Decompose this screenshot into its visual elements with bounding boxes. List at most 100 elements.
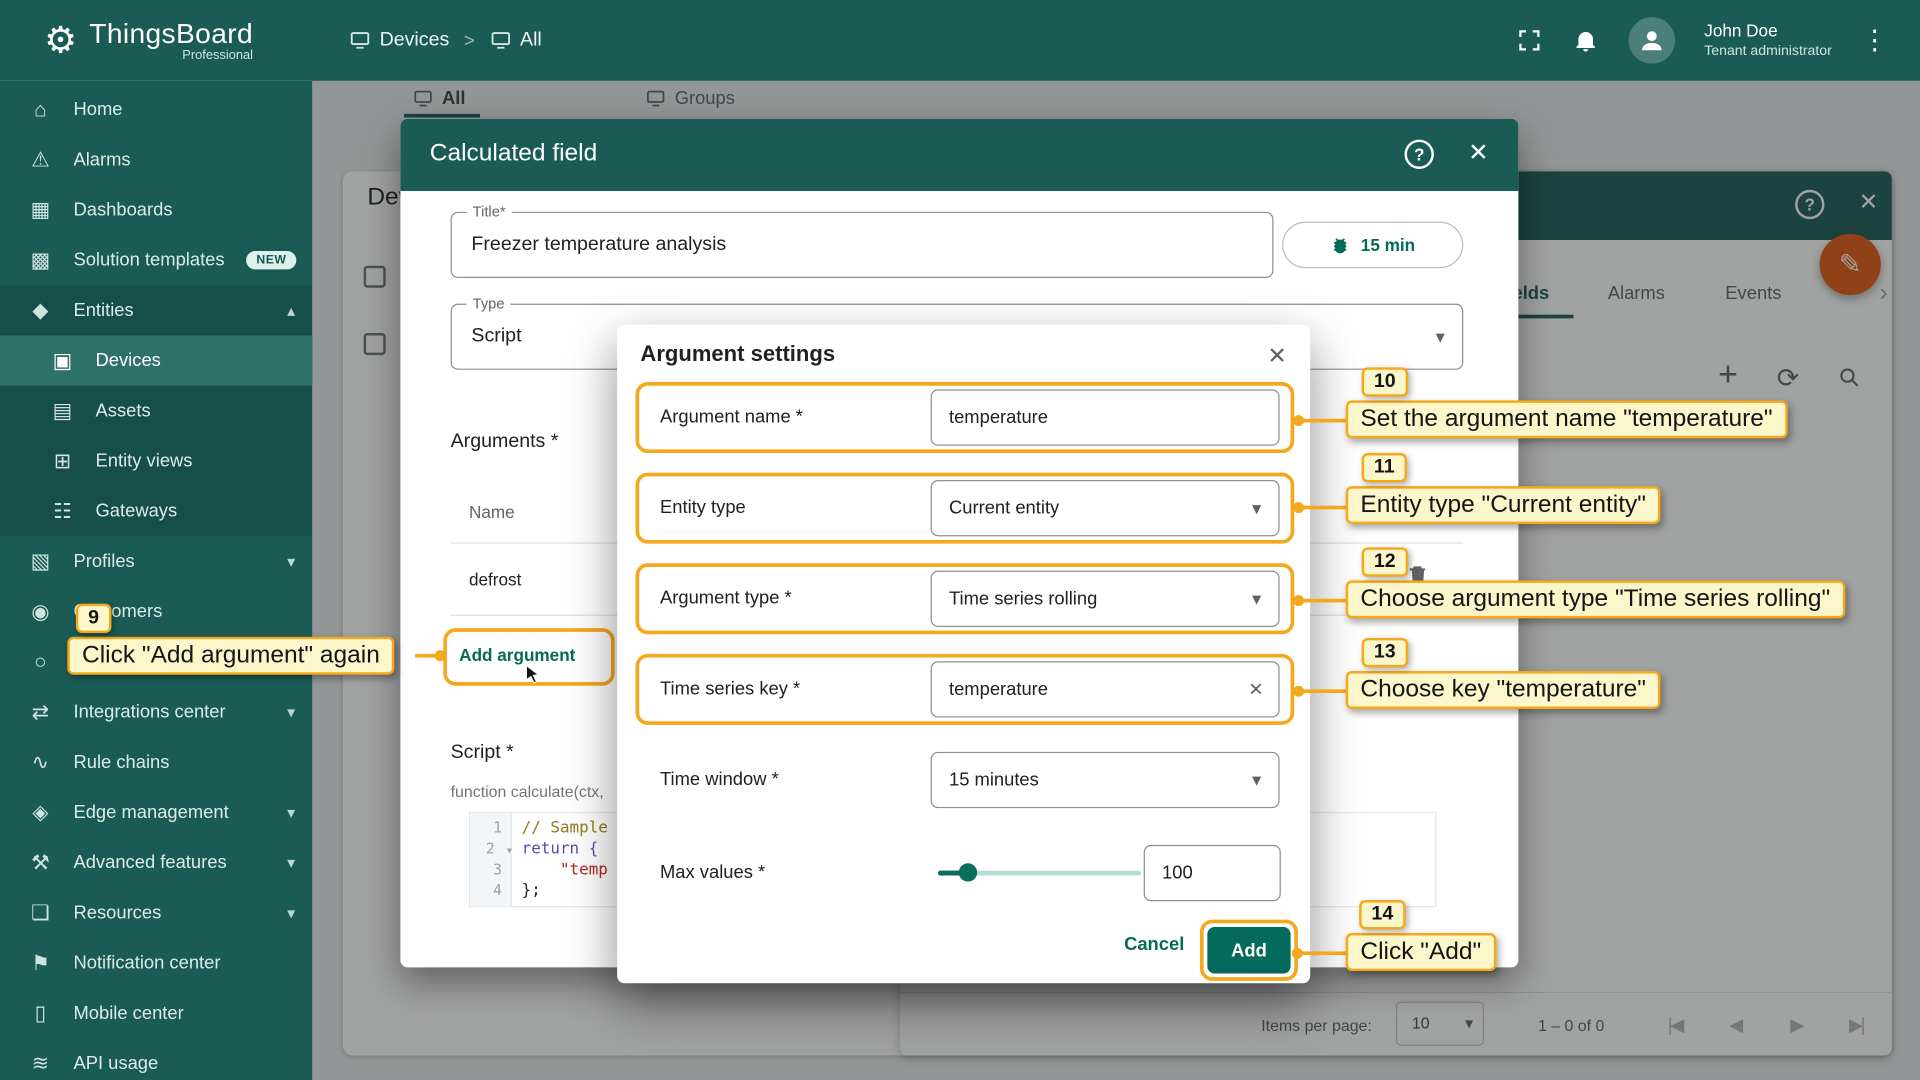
app-viewport: ⚙ ThingsBoard Professional Devices > All bbox=[0, 0, 1920, 1080]
caret-down-icon: ▾ bbox=[1436, 326, 1445, 348]
gateways-icon: ☷ bbox=[49, 499, 76, 523]
debug-chip-label: 15 min bbox=[1361, 235, 1415, 255]
breadcrumb-separator: > bbox=[464, 30, 475, 51]
sidebar-item-gateways[interactable]: ☷Gateways bbox=[0, 486, 312, 536]
annotation-14-badge: 14 bbox=[1359, 900, 1405, 929]
entity-views-icon: ⊞ bbox=[49, 449, 76, 473]
debug-settings-chip[interactable]: 15 min bbox=[1282, 222, 1463, 269]
sidebar-item-advanced-features[interactable]: ⚒Advanced features▾ bbox=[0, 838, 312, 888]
annotation-connector-dot bbox=[1293, 502, 1304, 513]
cancel-button[interactable]: Cancel bbox=[1124, 934, 1184, 955]
entity-type-select[interactable]: Current entity ▾ bbox=[931, 480, 1280, 536]
code-line: return { bbox=[522, 840, 599, 858]
argument-settings-dialog: Argument settings ✕ Argument name * temp… bbox=[617, 324, 1310, 983]
argument-dialog-title: Argument settings bbox=[640, 342, 835, 368]
script-section-label: Script * bbox=[451, 742, 514, 764]
top-header: ⚙ ThingsBoard Professional Devices > All bbox=[0, 0, 1920, 81]
breadcrumb-devices-label: Devices bbox=[380, 29, 450, 51]
close-icon[interactable]: ✕ bbox=[1468, 137, 1489, 168]
time-window-select[interactable]: 15 minutes ▾ bbox=[931, 752, 1280, 808]
sidebar-item-home[interactable]: ⌂Home bbox=[0, 84, 312, 134]
avatar[interactable] bbox=[1628, 17, 1675, 64]
title-field[interactable]: Title* Freezer temperature analysis bbox=[451, 212, 1274, 278]
app-logo[interactable]: ⚙ ThingsBoard Professional bbox=[44, 19, 271, 62]
add-argument-button[interactable]: Add argument bbox=[459, 645, 575, 665]
caret-down-icon: ▾ bbox=[1252, 588, 1261, 610]
fullscreen-icon[interactable] bbox=[1516, 27, 1543, 54]
add-button[interactable]: Add bbox=[1207, 927, 1290, 974]
fold-caret-icon[interactable]: ▾ bbox=[507, 845, 512, 856]
breadcrumb-all[interactable]: All bbox=[489, 29, 541, 51]
mouse-cursor-icon bbox=[519, 662, 543, 693]
code-line: }; bbox=[522, 882, 541, 900]
caret-down-icon: ▾ bbox=[1252, 497, 1261, 519]
sidebar-item-entity-views[interactable]: ⊞Entity views bbox=[0, 436, 312, 486]
annotation-13-label: Choose key "temperature" bbox=[1346, 671, 1661, 709]
sidebar-item-resources[interactable]: ❏Resources▾ bbox=[0, 888, 312, 938]
chevron-down-icon: ▾ bbox=[287, 702, 295, 722]
argument-type-select[interactable]: Time series rolling ▾ bbox=[931, 571, 1280, 627]
annotation-connector-dot bbox=[435, 650, 446, 661]
title-field-value: Freezer temperature analysis bbox=[471, 234, 726, 256]
breadcrumb: Devices > All bbox=[349, 29, 542, 51]
user-name: John Doe bbox=[1704, 21, 1832, 42]
notifications-bell-icon[interactable] bbox=[1572, 27, 1599, 54]
max-values-label: Max values * bbox=[660, 862, 765, 883]
person-icon bbox=[1637, 26, 1666, 55]
sidebar-item-dashboards[interactable]: ▦Dashboards bbox=[0, 185, 312, 235]
sidebar-item-customers[interactable]: ◉Customers bbox=[0, 587, 312, 637]
annotation-9-label: Click "Add argument" again bbox=[67, 637, 394, 675]
sidebar: ⌂Home ⚠Alarms ▦Dashboards ▩Solution temp… bbox=[0, 81, 312, 1080]
advanced-features-icon: ⚒ bbox=[27, 850, 54, 874]
argument-row-defrost[interactable]: defrost bbox=[469, 569, 521, 589]
sidebar-item-integrations-center[interactable]: ⇄Integrations center▾ bbox=[0, 687, 312, 737]
sidebar-item-profiles[interactable]: ▧Profiles▾ bbox=[0, 536, 312, 586]
annotation-12-badge: 12 bbox=[1362, 547, 1408, 576]
type-select-value: Script bbox=[471, 326, 521, 348]
rule-chains-icon: ∿ bbox=[27, 750, 54, 774]
assets-icon: ▤ bbox=[49, 399, 76, 423]
title-field-label: Title* bbox=[467, 203, 512, 220]
sidebar-item-alarms[interactable]: ⚠Alarms bbox=[0, 135, 312, 185]
sidebar-item-mobile-center[interactable]: ▯Mobile center bbox=[0, 988, 312, 1038]
logo-gear-icon: ⚙ bbox=[44, 19, 77, 62]
chevron-down-icon: ▾ bbox=[287, 552, 295, 572]
sidebar-item-assets[interactable]: ▤Assets bbox=[0, 386, 312, 436]
sidebar-item-entities[interactable]: ◆Entities▴ bbox=[0, 285, 312, 335]
slider-handle[interactable] bbox=[959, 863, 977, 881]
sidebar-item-solution-templates[interactable]: ▩Solution templatesNEW bbox=[0, 235, 312, 285]
argument-type-label: Argument type * bbox=[660, 588, 792, 609]
sidebar-item-notification-center[interactable]: ⚑Notification center bbox=[0, 938, 312, 988]
breadcrumb-all-label: All bbox=[520, 29, 542, 51]
annotation-connector-dot bbox=[1293, 686, 1304, 697]
annotation-connector bbox=[1299, 599, 1346, 603]
sidebar-item-edge-management[interactable]: ◈Edge management▾ bbox=[0, 787, 312, 837]
sidebar-item-api-usage[interactable]: ≋API usage bbox=[0, 1038, 312, 1080]
annotation-connector-dot bbox=[1293, 415, 1304, 426]
solution-templates-icon: ▩ bbox=[27, 248, 54, 272]
chevron-down-icon: ▾ bbox=[287, 803, 295, 823]
dashboards-icon: ▦ bbox=[27, 198, 54, 222]
breadcrumb-devices[interactable]: Devices bbox=[349, 29, 449, 51]
home-icon: ⌂ bbox=[27, 97, 54, 121]
close-icon[interactable]: ✕ bbox=[1267, 343, 1286, 371]
alarms-icon: ⚠ bbox=[27, 148, 54, 172]
time-series-key-input[interactable]: temperature ✕ bbox=[931, 661, 1280, 717]
caret-down-icon: ▾ bbox=[1252, 769, 1261, 791]
max-values-input[interactable]: 100 bbox=[1144, 845, 1281, 901]
sidebar-item-devices[interactable]: ▣Devices bbox=[0, 336, 312, 386]
argument-name-input[interactable]: temperature bbox=[931, 389, 1280, 445]
annotation-connector bbox=[1299, 419, 1346, 423]
kebab-menu-icon[interactable]: ⋮ bbox=[1861, 24, 1888, 56]
entities-icon: ◆ bbox=[27, 298, 54, 322]
clear-icon[interactable]: ✕ bbox=[1248, 678, 1263, 700]
sidebar-item-rule-chains[interactable]: ∿Rule chains bbox=[0, 737, 312, 787]
arguments-section-label: Arguments * bbox=[451, 431, 559, 453]
annotation-12-label: Choose argument type "Time series rollin… bbox=[1346, 580, 1845, 618]
help-icon[interactable]: ? bbox=[1404, 140, 1433, 169]
api-usage-icon: ≋ bbox=[27, 1051, 54, 1075]
annotation-13-badge: 13 bbox=[1362, 638, 1408, 667]
logo-subtitle: Professional bbox=[182, 48, 253, 61]
arguments-name-header: Name bbox=[469, 502, 515, 522]
devices-icon bbox=[349, 29, 371, 51]
